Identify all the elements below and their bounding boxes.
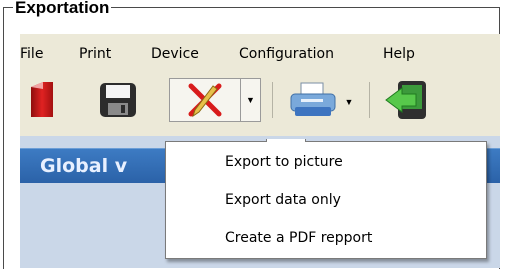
groupbox-title: Exportation <box>13 0 112 17</box>
export-dropdown-menu: Export to picture Export data only Creat… <box>165 139 487 259</box>
floppy-disk-icon <box>100 83 136 117</box>
panel-title: Global v <box>40 155 128 177</box>
dropdown-arrow-icon: ▼ <box>246 95 255 105</box>
menu-bar: File Print Device Configuration Help <box>20 34 500 70</box>
menu-file[interactable]: File <box>20 46 43 62</box>
print-dropdown-button[interactable]: ▼ <box>339 84 359 120</box>
menu-help[interactable]: Help <box>383 46 415 62</box>
menu-option-export-data[interactable]: Export data only <box>225 192 341 208</box>
toolbar: ▼ ▼ <box>20 74 500 134</box>
printer-icon <box>290 82 336 116</box>
print-button[interactable] <box>288 78 338 122</box>
device-transfer-button[interactable] <box>382 78 430 122</box>
green-arrow-device-icon <box>385 81 426 119</box>
menu-configuration[interactable]: Configuration <box>239 46 334 62</box>
export-dropdown-button[interactable]: ▼ <box>241 78 261 122</box>
dropdown-arrow-icon: ▼ <box>344 97 354 107</box>
export-button[interactable] <box>169 78 241 122</box>
toolbar-separator <box>369 82 370 118</box>
pencil-cross-icon <box>188 83 222 118</box>
menu-option-export-picture[interactable]: Export to picture <box>225 154 343 170</box>
toolbar-separator <box>272 82 273 118</box>
menu-option-create-pdf[interactable]: Create a PDF repport <box>225 230 372 246</box>
open-file-button[interactable] <box>20 78 64 122</box>
menu-print[interactable]: Print <box>79 46 111 62</box>
save-button[interactable] <box>96 78 140 122</box>
red-document-icon <box>31 82 53 117</box>
menu-device[interactable]: Device <box>151 46 199 62</box>
menu-notch <box>266 139 306 142</box>
